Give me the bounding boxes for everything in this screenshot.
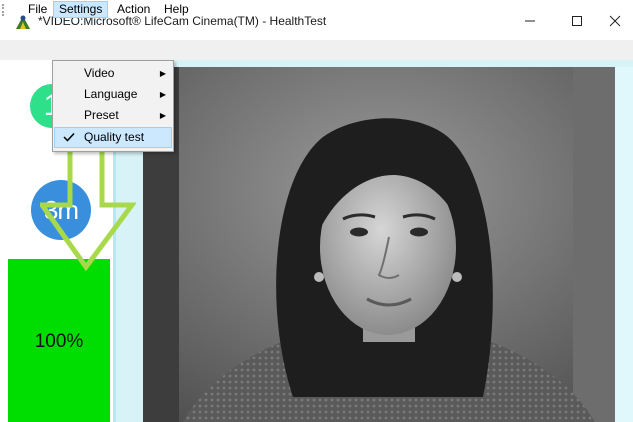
menu-item-quality-test-label: Quality test	[84, 130, 145, 144]
menu-item-video-label: Video	[84, 66, 115, 80]
close-button[interactable]	[598, 6, 632, 36]
menu-item-preset-label: Preset	[84, 108, 119, 122]
minimize-button[interactable]	[508, 6, 552, 36]
submenu-arrow-icon: ▶	[159, 69, 166, 78]
menu-item-language[interactable]: Language ▶	[54, 84, 172, 105]
maximize-icon	[572, 16, 582, 26]
menu-bar	[0, 40, 633, 60]
submenu-arrow-icon: ▶	[159, 90, 166, 99]
menu-file[interactable]: File	[23, 1, 52, 18]
menu-item-quality-test[interactable]: Quality test	[54, 127, 172, 148]
down-arrow-outline-icon	[40, 138, 136, 272]
close-icon	[609, 15, 621, 27]
menu-help[interactable]: Help	[159, 1, 194, 18]
settings-dropdown-menu: Video ▶ Language ▶ Preset ▶ Quality test	[52, 60, 174, 152]
menu-item-language-label: Language	[84, 87, 138, 101]
video-right-margin	[615, 67, 633, 422]
menu-grip	[2, 4, 6, 16]
maximize-button[interactable]	[555, 6, 599, 36]
minimize-icon	[525, 20, 535, 22]
checkmark-icon	[63, 132, 75, 142]
menu-settings[interactable]: Settings	[53, 1, 109, 18]
webcam-video-feed	[143, 67, 615, 422]
submenu-arrow-icon: ▶	[159, 111, 166, 120]
menu-item-preset[interactable]: Preset ▶	[54, 105, 172, 126]
menu-item-video[interactable]: Video ▶	[54, 63, 172, 84]
progress-label: 100%	[34, 331, 84, 352]
menu-action[interactable]: Action	[112, 1, 155, 18]
webcam-image	[143, 67, 615, 422]
